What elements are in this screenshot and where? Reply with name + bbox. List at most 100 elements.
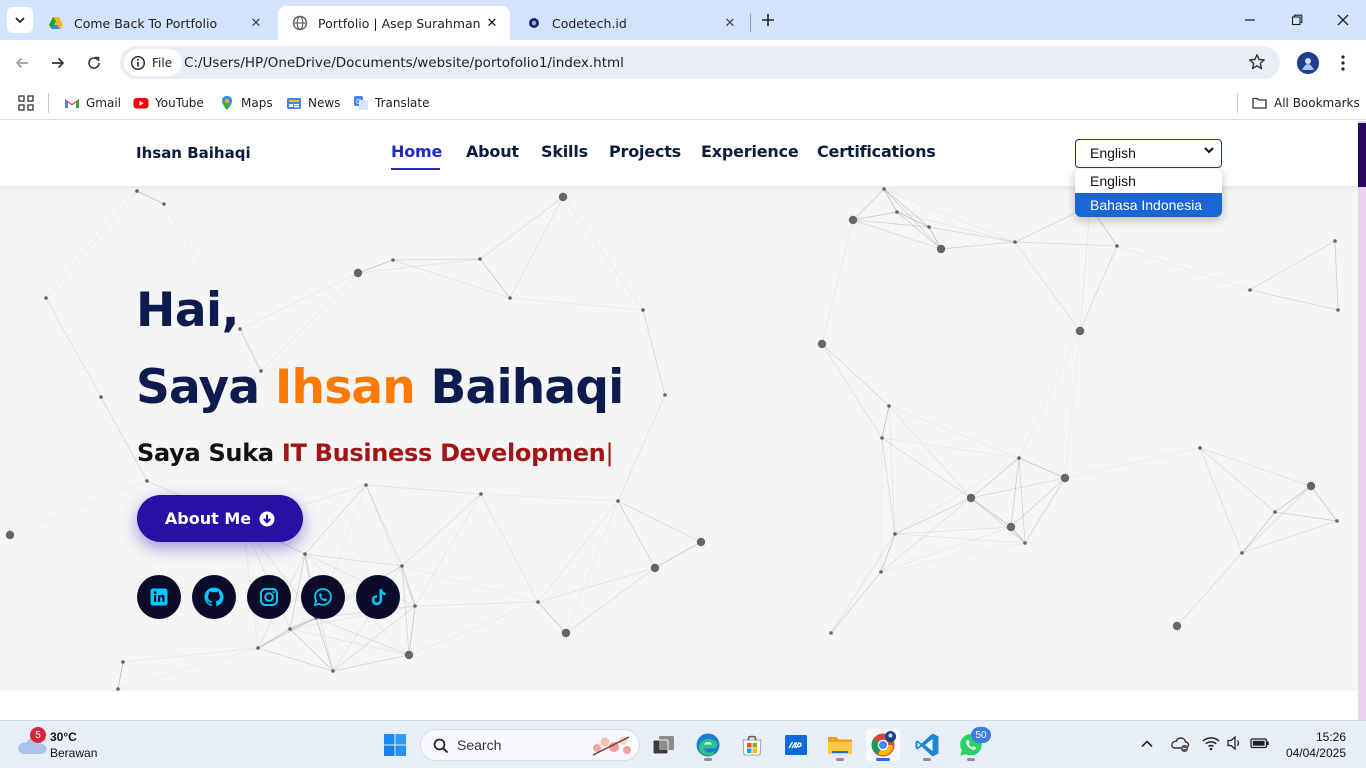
clock-time[interactable]: 15:26: [1300, 730, 1346, 744]
linkedin-button[interactable]: [137, 575, 181, 619]
nav-home[interactable]: Home: [391, 142, 442, 161]
network-link: [480, 493, 619, 502]
scrollbar-thumb[interactable]: [1358, 123, 1366, 187]
tab-search-button[interactable]: [7, 7, 33, 33]
network-node: [1060, 473, 1070, 483]
restore-button[interactable]: [1283, 10, 1311, 30]
tiktok-icon: [371, 589, 386, 606]
apps-button[interactable]: [18, 95, 34, 111]
search-highlight-icon: [592, 736, 631, 756]
address-bar[interactable]: File C:/Users/HP/OneDrive/Documents/webs…: [120, 46, 1280, 79]
bookmark-youtube[interactable]: YouTube: [133, 92, 204, 114]
bookmark-gmail[interactable]: Gmail: [64, 92, 121, 114]
new-tab-button[interactable]: [758, 10, 778, 30]
edge-button[interactable]: [691, 729, 725, 761]
nav-about[interactable]: About: [466, 142, 519, 161]
network-link: [136, 190, 165, 205]
about-me-button[interactable]: About Me: [137, 495, 303, 542]
store-button[interactable]: [735, 729, 769, 761]
cloud-sync-icon: [1171, 737, 1190, 753]
network-link: [479, 196, 564, 260]
network-node: [893, 532, 897, 536]
weather-badge: 5: [30, 727, 46, 743]
tab-codetech[interactable]: Codetech.id ✕: [512, 6, 748, 40]
task-view-button[interactable]: [647, 729, 681, 761]
reload-button[interactable]: [79, 48, 109, 78]
profile-avatar[interactable]: [1297, 52, 1319, 74]
tab-come-back[interactable]: Come Back To Portfolio ✕: [34, 6, 274, 40]
taskbar-search[interactable]: Search: [420, 729, 640, 761]
network-link: [479, 258, 511, 299]
network-node: [848, 215, 858, 225]
chevron-up-icon: [1141, 740, 1153, 748]
whatsapp-icon: [313, 588, 332, 607]
search-label: Search: [457, 737, 502, 753]
url-text[interactable]: C:/Users/HP/OneDrive/Documents/website/p…: [184, 55, 624, 71]
volume-tray[interactable]: [1226, 735, 1246, 753]
nav-skills[interactable]: Skills: [541, 142, 588, 161]
browser-tab-bar: Come Back To Portfolio ✕ Portfolio | Ase…: [0, 0, 1366, 40]
bookmark-news[interactable]: News: [286, 92, 340, 114]
minimize-button[interactable]: [1236, 10, 1264, 30]
tab-portfolio[interactable]: Portfolio | Asep Surahman Sulae ✕: [278, 6, 510, 40]
network-node: [303, 552, 307, 556]
language-dropdown: English Bahasa Indonesia: [1075, 169, 1222, 217]
all-bookmarks[interactable]: All Bookmarks: [1251, 92, 1360, 114]
bookmark-star-button[interactable]: [1248, 53, 1268, 73]
network-link: [888, 405, 972, 499]
github-button[interactable]: [192, 575, 236, 619]
bookmark-translate[interactable]: G Translate: [353, 92, 430, 114]
typing-cursor: |: [605, 439, 614, 467]
language-select[interactable]: English: [1075, 139, 1222, 168]
network-node: [1240, 551, 1244, 555]
tiktok-button[interactable]: [356, 575, 400, 619]
all-bookmarks-label: All Bookmarks: [1274, 96, 1360, 110]
close-icon[interactable]: ✕: [720, 13, 740, 33]
start-button[interactable]: [378, 729, 412, 761]
language-option-english[interactable]: English: [1075, 169, 1222, 193]
network-link: [1274, 511, 1338, 522]
show-hidden-icons-button[interactable]: [1140, 736, 1156, 752]
translate-icon: G: [354, 96, 368, 110]
weather-widget[interactable]: 5 30°C Berawan: [10, 721, 110, 769]
language-option-indonesia[interactable]: Bahasa Indonesia: [1075, 193, 1222, 217]
network-link: [970, 477, 1066, 499]
close-window-button[interactable]: [1329, 10, 1357, 30]
bookmark-maps[interactable]: Maps: [219, 92, 273, 114]
bookmark-label: Gmail: [86, 96, 122, 110]
forward-button[interactable]: [43, 48, 73, 78]
whatsapp-button[interactable]: [301, 575, 345, 619]
network-link: [537, 500, 619, 603]
network-node: [1336, 308, 1340, 312]
network-tray[interactable]: [1202, 735, 1222, 753]
instagram-button[interactable]: [247, 575, 291, 619]
scrollbar-track[interactable]: [1358, 121, 1366, 720]
arrow-right-icon: [52, 57, 65, 69]
file-explorer-button[interactable]: [823, 729, 857, 761]
site-info-chip[interactable]: File: [124, 49, 183, 76]
bookmark-label: News: [308, 96, 341, 110]
onedrive-tray[interactable]: [1170, 735, 1190, 753]
network-node: [536, 600, 540, 604]
close-icon[interactable]: ✕: [246, 13, 266, 33]
network-link: [392, 259, 511, 299]
vscode-button[interactable]: [910, 729, 944, 761]
vscode-icon: [915, 733, 939, 757]
menu-button[interactable]: [1333, 53, 1353, 73]
clock-date[interactable]: 04/04/2025: [1280, 746, 1346, 760]
hero-section: Hai, Saya Ihsan Baihaqi Saya Suka IT Bus…: [0, 186, 1358, 691]
close-icon[interactable]: ✕: [482, 13, 502, 33]
network-link: [1064, 330, 1081, 479]
hp-app-button[interactable]: [779, 729, 813, 761]
network-node: [479, 492, 483, 496]
battery-tray[interactable]: [1250, 735, 1270, 753]
network-node: [1006, 522, 1016, 532]
network-link: [414, 601, 539, 607]
site-brand[interactable]: Ihsan Baihaqi: [136, 144, 251, 162]
nav-projects[interactable]: Projects: [609, 142, 681, 161]
chrome-button[interactable]: [866, 729, 900, 761]
nav-certifications[interactable]: Certifications: [817, 142, 936, 161]
back-button[interactable]: [7, 48, 37, 78]
nav-experience[interactable]: Experience: [701, 142, 799, 161]
whatsapp-taskbar-button[interactable]: 50: [954, 727, 991, 761]
